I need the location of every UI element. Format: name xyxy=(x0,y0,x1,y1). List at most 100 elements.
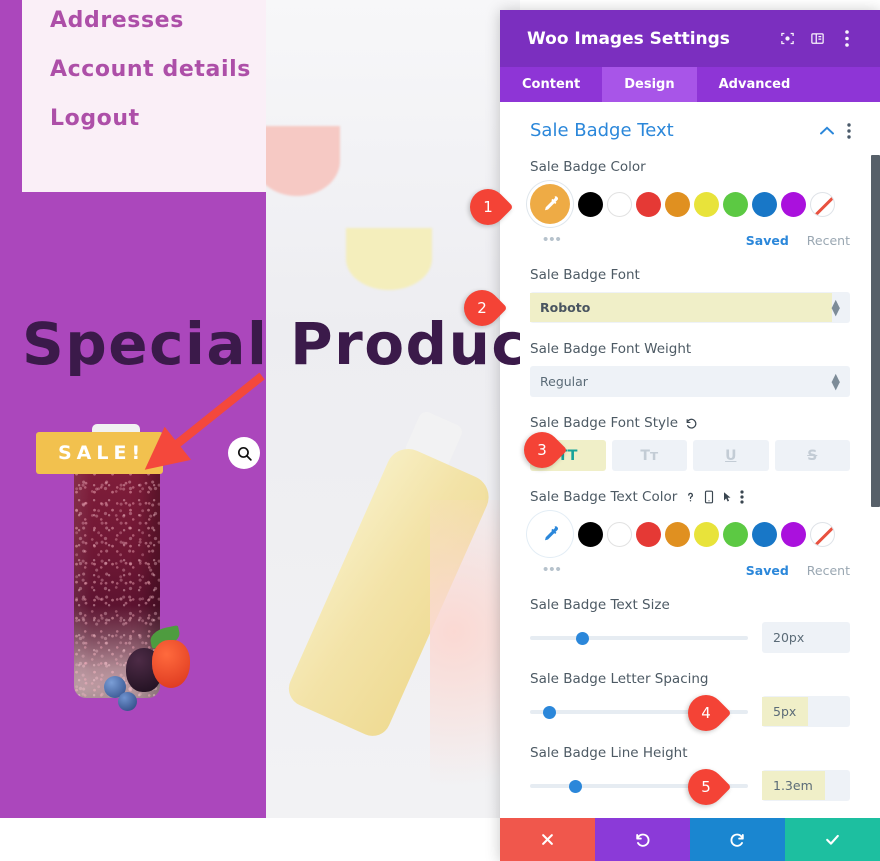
panel-action-bar xyxy=(500,818,880,861)
text-size-track xyxy=(530,635,748,640)
callout-number: 1 xyxy=(483,198,493,216)
font-style-button-group: TT Tт U S xyxy=(530,440,850,471)
swatch-red[interactable] xyxy=(636,521,661,547)
field-sale-badge-font: Sale Badge Font Roboto ▲ ▼ xyxy=(500,267,880,323)
badge-color-eyedropper[interactable] xyxy=(530,184,570,224)
label-sale-badge-font-style: Sale Badge Font Style xyxy=(530,415,850,431)
swatch-yellow[interactable] xyxy=(694,191,719,217)
account-link-addresses[interactable]: Addresses xyxy=(50,8,184,33)
swatch-green[interactable] xyxy=(723,191,748,217)
redo-icon xyxy=(730,833,744,847)
callout-5: 5 xyxy=(680,761,732,813)
badge-font-weight-spinner-icon: ▲ ▼ xyxy=(831,370,840,392)
mobile-icon[interactable] xyxy=(704,490,714,504)
callout-number: 3 xyxy=(537,441,547,459)
blueberry-2 xyxy=(118,692,137,711)
redo-button[interactable] xyxy=(690,818,785,861)
swatch-purple[interactable] xyxy=(781,191,806,217)
label-text-badge-text-color: Sale Badge Text Color xyxy=(530,489,678,505)
swatch-blue[interactable] xyxy=(752,191,777,217)
letter-spacing-value-box[interactable]: 5px xyxy=(762,696,850,727)
tab-content[interactable]: Content xyxy=(500,67,602,102)
account-menu-panel: Addresses Account details Logout xyxy=(22,0,266,192)
font-style-strikethrough[interactable]: S xyxy=(774,440,850,471)
tab-advanced[interactable]: Advanced xyxy=(697,67,813,102)
preview-headline: Special Product xyxy=(22,310,520,378)
swatch-transparent[interactable] xyxy=(810,191,835,217)
label-sale-badge-text-color: Sale Badge Text Color xyxy=(530,489,850,505)
badge-color-more-icon[interactable]: ••• xyxy=(543,232,746,247)
swatch-list-badge-color xyxy=(578,191,835,217)
undo-button[interactable] xyxy=(595,818,690,861)
slider-row-text-size: 20px xyxy=(530,622,850,653)
badge-color-saved-tab[interactable]: Saved xyxy=(746,233,789,248)
section-header-sale-badge-text: Sale Badge Text xyxy=(500,102,880,141)
badge-font-weight-select[interactable]: Regular ▲ ▼ xyxy=(530,366,850,397)
letter-spacing-value: 5px xyxy=(762,697,809,726)
label-sale-badge-text-size: Sale Badge Text Size xyxy=(530,597,670,613)
line-height-value-box[interactable]: 1.3em xyxy=(762,770,850,801)
color-picker-row-badge-color xyxy=(530,184,850,224)
account-link-account-details[interactable]: Account details xyxy=(50,57,251,82)
font-style-smallcaps[interactable]: Tт xyxy=(611,440,687,471)
letter-spacing-thumb[interactable] xyxy=(543,705,557,719)
badge-text-color-saved-tab[interactable]: Saved xyxy=(746,563,789,578)
section-title: Sale Badge Text xyxy=(530,120,674,141)
tab-design[interactable]: Design xyxy=(602,67,697,102)
label-sale-badge-font: Sale Badge Font xyxy=(530,267,640,283)
panel-scrollbar[interactable] xyxy=(871,155,880,507)
badge-text-color-more-icon[interactable]: ••• xyxy=(543,562,746,577)
help-icon[interactable] xyxy=(684,490,697,504)
swatch-white[interactable] xyxy=(607,521,632,547)
eyedropper-icon xyxy=(545,526,558,541)
annotation-arrow xyxy=(144,372,265,470)
swatch-list-badge-text-color xyxy=(578,521,835,547)
color-subrow-badge-color: ••• Saved Recent xyxy=(530,231,850,249)
cursor-icon[interactable] xyxy=(721,490,733,504)
label-sale-badge-letter-spacing: Sale Badge Letter Spacing xyxy=(530,671,709,687)
swatch-transparent[interactable] xyxy=(810,521,835,547)
photo-cream-blob xyxy=(346,228,432,290)
split-view-icon[interactable] xyxy=(802,24,832,54)
text-size-slider[interactable] xyxy=(530,629,748,647)
text-size-thumb[interactable] xyxy=(575,631,589,645)
reset-icon[interactable] xyxy=(685,417,698,430)
photo-pink-blob xyxy=(266,126,340,196)
text-size-value: 20px xyxy=(773,630,805,645)
callout-4: 4 xyxy=(680,687,732,739)
check-icon xyxy=(826,834,839,845)
text-size-value-box[interactable]: 20px xyxy=(762,622,850,653)
chevron-up-icon[interactable] xyxy=(816,126,838,135)
swatch-orange[interactable] xyxy=(665,191,690,217)
fullscreen-icon[interactable] xyxy=(772,24,802,54)
swatch-purple[interactable] xyxy=(781,521,806,547)
account-link-logout[interactable]: Logout xyxy=(50,106,140,131)
save-button[interactable] xyxy=(785,818,880,861)
panel-more-vertical-icon[interactable] xyxy=(832,24,862,54)
section-more-vertical-icon[interactable] xyxy=(838,122,860,139)
swatch-orange[interactable] xyxy=(665,521,690,547)
badge-text-color-recent-tab[interactable]: Recent xyxy=(807,563,850,578)
font-style-underline[interactable]: U xyxy=(693,440,769,471)
preview-photo-column xyxy=(266,0,520,818)
badge-font-select[interactable]: Roboto ▲ ▼ xyxy=(530,292,850,323)
cancel-button[interactable] xyxy=(500,818,595,861)
field-sale-badge-text-color: Sale Badge Text Color ••• Saved Recent xyxy=(500,489,880,579)
swatch-yellow[interactable] xyxy=(694,521,719,547)
field-sale-badge-color: Sale Badge Color ••• Saved Recent xyxy=(500,159,880,249)
badge-text-color-more-vertical-icon[interactable] xyxy=(740,490,744,504)
panel-tabs: Content Design Advanced xyxy=(500,67,880,102)
swatch-green[interactable] xyxy=(723,521,748,547)
panel-title: Woo Images Settings xyxy=(527,28,730,49)
strawberry xyxy=(152,640,190,688)
swatch-blue[interactable] xyxy=(752,521,777,547)
line-height-thumb[interactable] xyxy=(569,779,583,793)
undo-icon xyxy=(636,833,650,847)
swatch-black[interactable] xyxy=(578,521,603,547)
swatch-white[interactable] xyxy=(607,191,632,217)
badge-text-color-eyedropper[interactable] xyxy=(530,514,570,554)
color-subrow-badge-text-color: ••• Saved Recent xyxy=(530,561,850,579)
swatch-red[interactable] xyxy=(636,191,661,217)
swatch-black[interactable] xyxy=(578,191,603,217)
badge-color-recent-tab[interactable]: Recent xyxy=(807,233,850,248)
